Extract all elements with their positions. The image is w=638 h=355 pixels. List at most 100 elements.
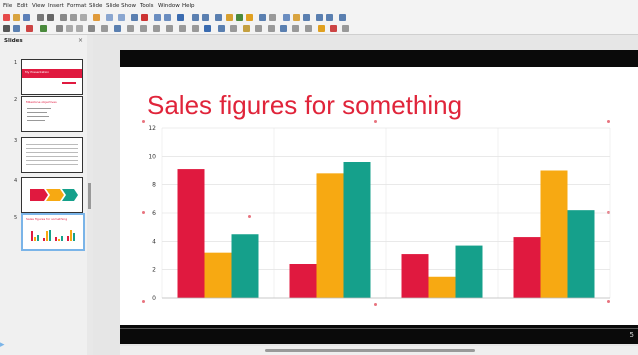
lines-arrows-icon[interactable] (88, 25, 95, 32)
bar-series-1-category-1[interactable] (177, 169, 205, 298)
horizontal-scrollbar[interactable] (120, 346, 638, 355)
y-tick-label: 0 (152, 295, 156, 302)
extrusion-icon[interactable] (342, 25, 349, 32)
y-tick-label: 12 (148, 125, 156, 132)
zoom-icon[interactable] (13, 25, 20, 32)
close-icon[interactable]: × (78, 37, 83, 44)
block-arrows-icon[interactable] (153, 25, 160, 32)
slide-thumbnail-1[interactable]: My Presentation (21, 59, 83, 95)
bar-series-2-category-4[interactable] (540, 170, 568, 299)
bar-series-2-category-1[interactable] (204, 252, 232, 298)
slide-header-bar (120, 50, 638, 67)
bar-chart[interactable]: 0 2 4 6 8 10 12 (140, 118, 620, 308)
slide-thumbnail-5[interactable]: Sales figures for something (21, 213, 85, 251)
select-icon[interactable] (3, 25, 10, 32)
start-current-slide-icon[interactable] (202, 14, 209, 21)
comment-icon[interactable] (303, 14, 310, 21)
open-icon[interactable] (13, 14, 20, 21)
thumb-bullet (27, 120, 45, 121)
thumb-bullet (27, 112, 47, 113)
slide-number-4: 4 (14, 178, 18, 184)
menu-file[interactable]: File (3, 3, 12, 9)
bar-series-1-category-3[interactable] (401, 254, 429, 298)
redo-icon[interactable] (118, 14, 125, 21)
slide-thumbnail-3[interactable] (21, 137, 83, 173)
line-icon[interactable] (56, 25, 63, 32)
menu-slide-show[interactable]: Slide Show (106, 3, 136, 9)
bar-series-1-category-2[interactable] (289, 264, 317, 298)
display-views-icon[interactable] (164, 14, 171, 21)
glue-points-icon[interactable] (330, 25, 337, 32)
points-icon[interactable] (318, 25, 325, 32)
fill-color-icon[interactable] (40, 25, 47, 32)
bar-series-3-category-1[interactable] (231, 234, 259, 298)
symbol-shapes-icon[interactable] (140, 25, 147, 32)
grid-icon[interactable] (154, 14, 161, 21)
stars-icon[interactable] (192, 25, 199, 32)
menu-insert[interactable]: Insert (48, 3, 64, 9)
rotate-icon[interactable] (218, 25, 225, 32)
start-first-slide-icon[interactable] (192, 14, 199, 21)
audio-video-icon[interactable] (316, 14, 323, 21)
splitter-grip[interactable] (88, 183, 91, 209)
print-icon[interactable] (47, 14, 54, 21)
ellipse-icon[interactable] (76, 25, 83, 32)
scrollbar-thumb[interactable] (265, 349, 475, 352)
flowchart-icon[interactable] (166, 25, 173, 32)
cut-icon[interactable] (60, 14, 67, 21)
new-icon[interactable] (3, 14, 10, 21)
slide-thumbnail-2[interactable]: Milestone objectives (21, 96, 83, 132)
textbox-icon[interactable] (259, 14, 266, 21)
field-icon[interactable] (326, 14, 333, 21)
slide-title[interactable]: Sales figures for something (147, 90, 462, 121)
bar-series-2-category-2[interactable] (316, 173, 344, 298)
insert-chart-icon[interactable] (246, 14, 253, 21)
hyperlink-icon[interactable] (293, 14, 300, 21)
arrange-icon[interactable] (243, 25, 250, 32)
fontwork-icon[interactable] (283, 14, 290, 21)
bar-series-3-category-3[interactable] (455, 245, 483, 298)
image-icon[interactable] (226, 14, 233, 21)
bar-series-3-category-2[interactable] (343, 162, 371, 298)
clone-formatting-icon[interactable] (93, 14, 100, 21)
menu-window[interactable]: Window (158, 3, 180, 9)
menu-tools[interactable]: Tools (140, 3, 154, 9)
undo-icon[interactable] (106, 14, 113, 21)
table-icon[interactable] (215, 14, 222, 21)
bar-series-3-category-4[interactable] (567, 210, 595, 298)
menu-slide[interactable]: Slide (89, 3, 102, 9)
align-icon[interactable] (230, 25, 237, 32)
find-icon[interactable] (131, 14, 138, 21)
distribute-icon[interactable] (255, 25, 262, 32)
paste-icon[interactable] (80, 14, 87, 21)
filter-icon[interactable] (292, 25, 299, 32)
bar-series-2-category-3[interactable] (428, 276, 456, 298)
copy-icon[interactable] (70, 14, 77, 21)
slide-thumbnail-4[interactable] (21, 177, 83, 213)
menu-format[interactable]: Format (67, 3, 86, 9)
callouts-icon[interactable] (179, 25, 186, 32)
menu-edit[interactable]: Edit (17, 3, 28, 9)
curves-icon[interactable] (101, 25, 108, 32)
bar-series-1-category-4[interactable] (513, 237, 541, 298)
thumb-subtitle (62, 82, 76, 84)
crop-icon[interactable] (280, 25, 287, 32)
save-icon[interactable] (23, 14, 30, 21)
master-slide-icon[interactable] (177, 14, 184, 21)
shadow-icon[interactable] (268, 25, 275, 32)
slides-panel-title: Slides (4, 38, 23, 44)
transform-icon[interactable] (305, 25, 312, 32)
special-char-icon[interactable] (269, 14, 276, 21)
rectangle-icon[interactable] (66, 25, 73, 32)
spelling-icon[interactable] (141, 14, 148, 21)
menu-help[interactable]: Help (182, 3, 195, 9)
line-color-icon[interactable] (26, 25, 33, 32)
3d-objects-icon[interactable] (204, 25, 211, 32)
connectors-icon[interactable] (114, 25, 121, 32)
export-pdf-icon[interactable] (37, 14, 44, 21)
more-icon[interactable] (339, 14, 346, 21)
basic-shapes-icon[interactable] (127, 25, 134, 32)
sidebar-expand-icon[interactable]: ▸ (0, 340, 10, 355)
menu-view[interactable]: View (32, 3, 45, 9)
chart-icon[interactable] (236, 14, 243, 21)
